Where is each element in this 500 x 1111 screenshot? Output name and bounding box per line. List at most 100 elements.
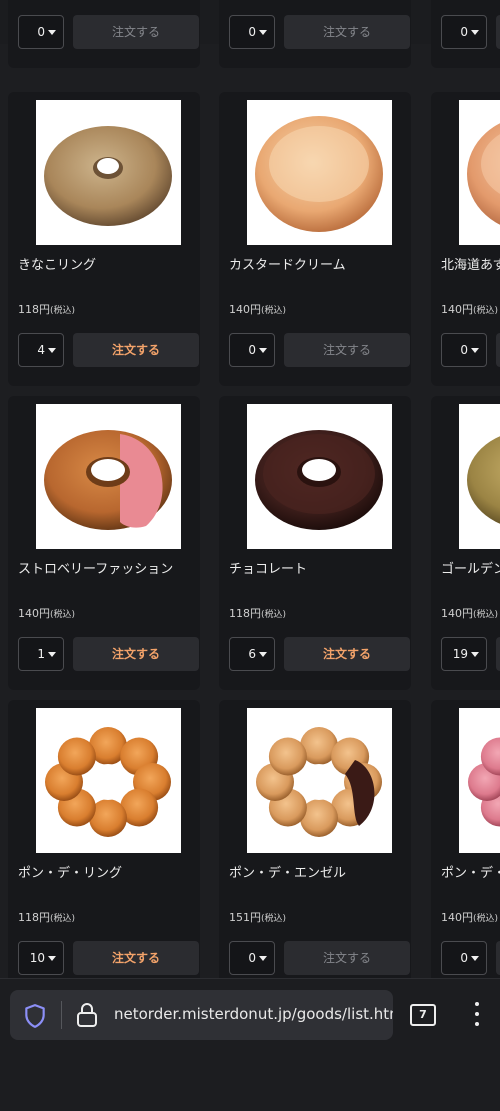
quantity-value: 0 [37, 25, 45, 39]
tax-label: (税込) [473, 914, 499, 924]
product-card: カスタードクリーム 140円(税込) 0 注文する [219, 92, 411, 386]
order-button[interactable] [496, 637, 500, 671]
lock-icon[interactable] [76, 1002, 98, 1028]
order-button[interactable]: 注文する [73, 941, 199, 975]
product-price: 118円(税込) [18, 301, 75, 317]
product-price: 140円(税込) [441, 301, 498, 317]
product-image[interactable] [36, 100, 181, 245]
product-image[interactable] [459, 404, 500, 549]
order-button[interactable]: 注文する [284, 333, 410, 367]
chevron-down-icon [259, 348, 267, 353]
quantity-value: 10 [29, 951, 45, 965]
product-card: 0 [431, 0, 500, 68]
product-image[interactable] [459, 708, 500, 853]
product-image[interactable] [36, 404, 181, 549]
product-name[interactable]: ポン・デ・ [441, 862, 500, 881]
shield-icon[interactable] [22, 1003, 48, 1029]
product-price: 151円(税込) [229, 909, 286, 925]
chevron-down-icon [48, 348, 56, 353]
quantity-value: 0 [248, 343, 256, 357]
chevron-down-icon [471, 956, 479, 961]
product-name[interactable]: チョコレート [229, 558, 307, 577]
product-image[interactable] [247, 708, 392, 853]
price-value: 140円 [18, 607, 50, 620]
product-name[interactable]: ゴールデン [441, 558, 500, 577]
product-name[interactable]: ポン・デ・エンゼル [229, 862, 346, 881]
product-name[interactable]: 北海道あず [441, 254, 500, 273]
product-name[interactable]: ストロベリーファッション [18, 558, 173, 577]
product-name[interactable]: ポン・デ・リング [18, 862, 122, 881]
quantity-value: 0 [460, 25, 468, 39]
product-card: 0 注文する [219, 0, 411, 68]
quantity-select[interactable]: 6 [229, 637, 275, 671]
address-separator [61, 1001, 62, 1029]
quantity-value: 0 [248, 25, 256, 39]
order-button[interactable] [496, 333, 500, 367]
product-card: きなこリング 118円(税込) 4 注文する [8, 92, 200, 386]
product-card: ポン・デ・リング 118円(税込) 10 注文する [8, 700, 200, 980]
quantity-select[interactable]: 0 [18, 15, 64, 49]
price-value: 140円 [441, 911, 473, 924]
chevron-down-icon [259, 956, 267, 961]
chevron-down-icon [471, 30, 479, 35]
quantity-select[interactable]: 0 [229, 15, 275, 49]
order-button[interactable] [496, 15, 500, 49]
chevron-down-icon [48, 30, 56, 35]
quantity-value: 0 [460, 951, 468, 965]
product-grid: 0 注文する 0 注文する 0 きなこリング 118円(税込) 4 注文する カスタードクリーム 1… [0, 0, 500, 980]
quantity-value: 0 [248, 951, 256, 965]
product-image[interactable] [247, 404, 392, 549]
product-card: ポン・デ・エンゼル 151円(税込) 0 注文する [219, 700, 411, 980]
tab-count-button[interactable]: 7 [410, 1004, 436, 1026]
product-image[interactable] [36, 708, 181, 853]
order-button[interactable]: 注文する [284, 15, 410, 49]
quantity-select[interactable]: 0 [441, 941, 487, 975]
product-card: 0 注文する [8, 0, 200, 68]
price-value: 140円 [441, 607, 473, 620]
chevron-down-icon [259, 652, 267, 657]
product-card: ストロベリーファッション 140円(税込) 1 注文する [8, 396, 200, 690]
order-button[interactable]: 注文する [284, 941, 410, 975]
quantity-select[interactable]: 19 [441, 637, 487, 671]
quantity-select[interactable]: 0 [229, 333, 275, 367]
chevron-down-icon [259, 30, 267, 35]
url-text[interactable]: netorder.misterdonut.jp/goods/list.html [114, 1005, 393, 1023]
order-button[interactable]: 注文する [73, 333, 199, 367]
quantity-select[interactable]: 0 [229, 941, 275, 975]
product-image[interactable] [247, 100, 392, 245]
quantity-value: 0 [460, 343, 468, 357]
quantity-value: 6 [248, 647, 256, 661]
product-price: 118円(税込) [229, 605, 286, 621]
product-name[interactable]: きなこリング [18, 254, 96, 273]
chevron-down-icon [471, 348, 479, 353]
product-price: 140円(税込) [229, 301, 286, 317]
product-card: チョコレート 118円(税込) 6 注文する [219, 396, 411, 690]
price-value: 118円 [18, 911, 50, 924]
product-card: ポン・デ・ 140円(税込) 0 [431, 700, 500, 980]
address-bar[interactable]: netorder.misterdonut.jp/goods/list.html [10, 990, 393, 1040]
order-button[interactable]: 注文する [284, 637, 410, 671]
product-name[interactable]: カスタードクリーム [229, 254, 346, 273]
quantity-select[interactable]: 4 [18, 333, 64, 367]
tax-label: (税込) [50, 610, 76, 620]
chevron-down-icon [471, 652, 479, 657]
product-image[interactable] [459, 100, 500, 245]
order-button[interactable] [496, 941, 500, 975]
tax-label: (税込) [261, 306, 287, 316]
more-vertical-icon[interactable] [470, 1002, 484, 1030]
quantity-select[interactable]: 1 [18, 637, 64, 671]
product-price: 140円(税込) [441, 605, 498, 621]
quantity-select[interactable]: 0 [441, 15, 487, 49]
tax-label: (税込) [473, 610, 499, 620]
product-price: 118円(税込) [18, 909, 75, 925]
quantity-value: 1 [37, 647, 45, 661]
quantity-select[interactable]: 0 [441, 333, 487, 367]
order-button[interactable]: 注文する [73, 637, 199, 671]
quantity-select[interactable]: 10 [18, 941, 64, 975]
price-value: 151円 [229, 911, 261, 924]
order-button[interactable]: 注文する [73, 15, 199, 49]
tax-label: (税込) [473, 306, 499, 316]
product-card: ゴールデン 140円(税込) 19 [431, 396, 500, 690]
product-price: 140円(税込) [441, 909, 498, 925]
browser-toolbar: netorder.misterdonut.jp/goods/list.html … [0, 978, 500, 1111]
